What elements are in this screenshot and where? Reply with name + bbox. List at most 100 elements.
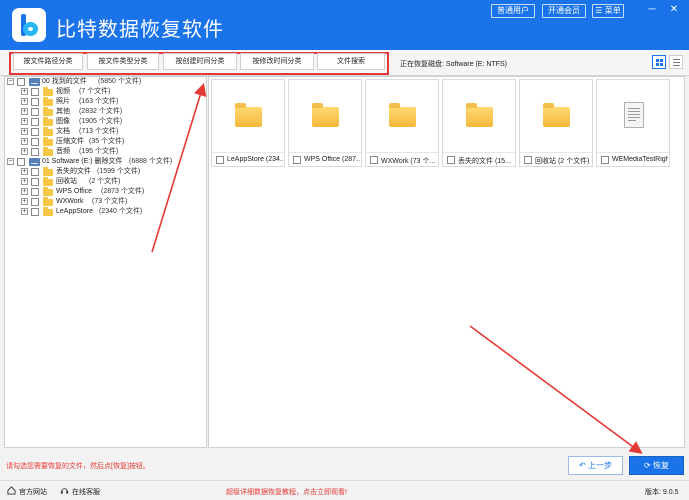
expand-icon[interactable]: + — [21, 108, 28, 115]
file-name: 回收站 (2 个文件) — [535, 158, 590, 165]
checkbox[interactable] — [31, 208, 39, 216]
expand-icon[interactable]: + — [21, 198, 28, 205]
collapse-icon[interactable]: − — [7, 78, 14, 85]
tree-item[interactable]: + 丢失的文件 (1599 个文件) — [21, 167, 201, 177]
checkbox[interactable] — [31, 198, 39, 206]
checkbox[interactable] — [17, 78, 25, 86]
file-name: WEMediaTestRigh... — [612, 156, 668, 163]
expand-icon[interactable]: + — [21, 148, 28, 155]
grid-view-button[interactable] — [652, 55, 666, 69]
tab-by-path[interactable]: 按文件路径分类 — [13, 53, 83, 70]
tree-count: (2873 个文件) — [101, 188, 145, 195]
tree-item[interactable]: + 压缩文件 (35 个文件) — [21, 137, 201, 147]
tree-label: 压缩文件 — [56, 138, 84, 145]
minimize-button[interactable]: ─ — [645, 3, 659, 17]
checkbox[interactable] — [31, 138, 39, 146]
checkbox[interactable] — [524, 156, 532, 164]
tree-item[interactable]: + WXWork (73 个文件) — [21, 197, 201, 207]
file-tile[interactable]: WXWork (73 个... — [365, 79, 439, 167]
tree-group-found[interactable]: − 00 找到的文件 (5850 个文件) — [7, 77, 205, 87]
tree-item[interactable]: + 音频 (195 个文件) — [21, 147, 201, 157]
recover-button[interactable]: ⟳ 恢复 — [629, 456, 684, 475]
folder-icon — [43, 127, 53, 136]
menu-button[interactable]: ☰ 菜单 — [592, 4, 624, 18]
folder-icon — [43, 167, 53, 176]
document-icon — [624, 102, 644, 128]
tree-label: WXWork — [56, 198, 84, 205]
expand-icon[interactable]: + — [21, 128, 28, 135]
tree-item[interactable]: + 文档 (713 个文件) — [21, 127, 201, 137]
checkbox[interactable] — [216, 156, 224, 164]
list-view-button[interactable] — [669, 55, 683, 69]
checkbox[interactable] — [601, 156, 609, 164]
checkbox[interactable] — [17, 158, 25, 166]
checkbox[interactable] — [370, 156, 378, 164]
back-arrow-icon: ↶ — [579, 461, 586, 470]
official-site-link[interactable]: 官方网站 — [19, 487, 47, 497]
expand-icon[interactable]: + — [21, 188, 28, 195]
checkbox[interactable] — [31, 168, 39, 176]
tree-count: (35 个文件) — [89, 138, 125, 145]
checkbox[interactable] — [447, 156, 455, 164]
expand-icon[interactable]: + — [21, 88, 28, 95]
tile-caption: WPS Office (287... — [289, 152, 361, 166]
user-type-button[interactable]: 普通用户 — [491, 4, 535, 18]
tree-item[interactable]: + 视频 (7 个文件) — [21, 87, 201, 97]
expand-icon[interactable]: + — [21, 208, 28, 215]
expand-icon[interactable]: + — [21, 138, 28, 145]
close-button[interactable]: ✕ — [667, 3, 681, 17]
checkbox[interactable] — [31, 88, 39, 96]
checkbox[interactable] — [31, 178, 39, 186]
folder-icon — [389, 103, 416, 127]
app-logo-icon — [12, 8, 46, 42]
tile-caption: WEMediaTestRigh... — [597, 152, 669, 166]
online-service-link[interactable]: 在线客服 — [72, 487, 100, 497]
expand-icon[interactable]: + — [21, 118, 28, 125]
checkbox[interactable] — [31, 108, 39, 116]
previous-label: 上一步 — [587, 461, 612, 470]
previous-step-button[interactable]: ↶ 上一步 — [568, 456, 623, 475]
folder-icon — [43, 197, 53, 206]
expand-icon[interactable]: + — [21, 178, 28, 185]
checkbox[interactable] — [31, 188, 39, 196]
tree-item[interactable]: + 回收站 (2 个文件) — [21, 177, 201, 187]
tab-file-search[interactable]: 文件搜索 — [317, 53, 385, 70]
tree-item[interactable]: + 其他 (2832 个文件) — [21, 107, 201, 117]
folder-icon — [43, 187, 53, 196]
tree-label: 照片 — [56, 98, 70, 105]
tree-group-deleted[interactable]: − 01 Software (E:) 删除文件 (6888 个文件) — [7, 157, 205, 167]
menu-icon: ☰ — [595, 6, 603, 15]
tree-item[interactable]: + WPS Office (2873 个文件) — [21, 187, 201, 197]
tree-item[interactable]: + 图像 (1905 个文件) — [21, 117, 201, 127]
folder-icon — [43, 117, 53, 126]
checkbox[interactable] — [31, 128, 39, 136]
folder-icon — [312, 103, 339, 127]
tree-count: (713 个文件) — [79, 128, 119, 135]
file-tile[interactable]: LeAppStore (234... — [211, 79, 285, 167]
expand-icon[interactable]: + — [21, 168, 28, 175]
collapse-icon[interactable]: − — [7, 158, 14, 165]
title-bar: 比特数据恢复软件 普通用户 开通会员 ☰ 菜单 ─ ✕ — [0, 0, 689, 50]
file-name: WXWork (73 个... — [381, 158, 436, 165]
checkbox[interactable] — [31, 98, 39, 106]
file-tile[interactable]: WEMediaTestRigh... — [596, 79, 670, 167]
checkbox[interactable] — [293, 156, 301, 164]
file-tile[interactable]: 丢失的文件 (15... — [442, 79, 516, 167]
tree-count: (6888 个文件) — [129, 158, 173, 165]
tab-by-modified-time[interactable]: 按修改时间分类 — [240, 53, 314, 70]
open-vip-button[interactable]: 开通会员 — [542, 4, 586, 18]
tree-item[interactable]: + 照片 (163 个文件) — [21, 97, 201, 107]
tree-label: 其他 — [56, 108, 70, 115]
list-view-icon — [673, 59, 680, 66]
tab-by-type[interactable]: 按文件类型分类 — [87, 53, 159, 70]
tree-label: 视频 — [56, 88, 70, 95]
tab-by-created-time[interactable]: 按创建时间分类 — [163, 53, 237, 70]
tutorial-promo-link[interactable]: 超级详细数据恢复教程，点击立即观看! — [226, 487, 347, 497]
file-tile[interactable]: 回收站 (2 个文件) — [519, 79, 593, 167]
checkbox[interactable] — [31, 118, 39, 126]
tree-item[interactable]: + LeAppStore (2340 个文件) — [21, 207, 201, 217]
file-tile[interactable]: WPS Office (287... — [288, 79, 362, 167]
tree-count: (163 个文件) — [79, 98, 119, 105]
checkbox[interactable] — [31, 148, 39, 156]
expand-icon[interactable]: + — [21, 98, 28, 105]
